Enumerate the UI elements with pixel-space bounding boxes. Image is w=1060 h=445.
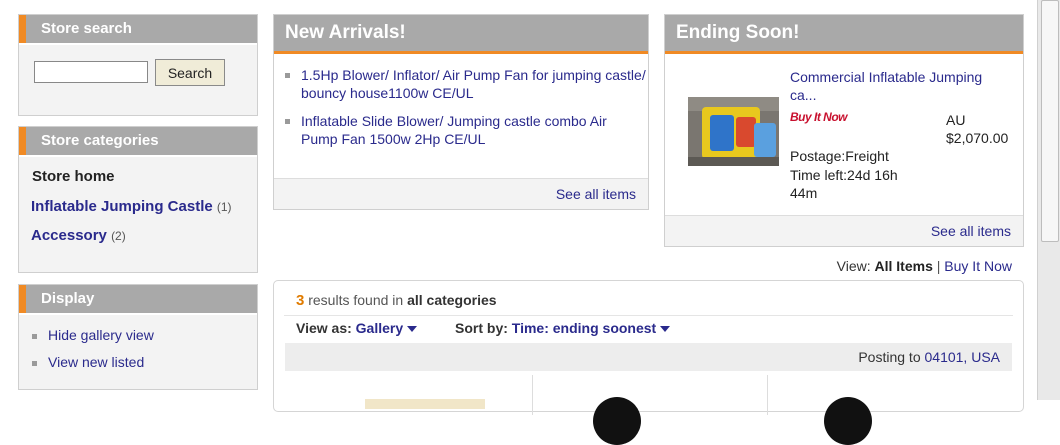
- gallery-thumbnail[interactable]: [365, 399, 485, 409]
- results-scope: all categories: [407, 292, 497, 308]
- view-label: View:: [836, 258, 871, 274]
- sort-by-control: Sort by: Time: ending soonest: [455, 320, 671, 336]
- view-as-dropdown[interactable]: Gallery: [355, 320, 418, 336]
- sort-by-value: Time: ending soonest: [511, 320, 657, 336]
- store-categories-title: Store categories: [19, 127, 257, 157]
- store-search-input[interactable]: [34, 61, 148, 83]
- sort-by-label: Sort by:: [455, 320, 508, 336]
- gallery-cell[interactable]: [768, 375, 1012, 445]
- view-separator: |: [936, 258, 941, 274]
- see-all-items-link[interactable]: See all items: [931, 223, 1011, 239]
- view-as-control: View as: Gallery: [296, 320, 418, 336]
- results-found-text: results found in: [308, 292, 404, 308]
- buy-it-now-logo: Buy It Now: [790, 110, 848, 124]
- item-thumbnail[interactable]: [688, 97, 779, 166]
- new-arrivals-panel: New Arrivals! 1.5Hp Blower/ Inflator/ Ai…: [273, 14, 649, 210]
- scrollbar-thumb[interactable]: [1041, 0, 1059, 242]
- hide-gallery-view-label[interactable]: Hide gallery view: [48, 327, 154, 343]
- display-title: Display: [19, 285, 257, 315]
- store-categories-box: Store categories Store home Inflatable J…: [18, 126, 258, 273]
- view-as-value: Gallery: [355, 320, 404, 336]
- view-new-listed-label[interactable]: View new listed: [48, 354, 144, 370]
- store-search-box: Store search Search: [18, 14, 258, 116]
- new-arrival-item[interactable]: Inflatable Slide Blower/ Jumping castle …: [285, 112, 646, 148]
- ending-soon-see-all: See all items: [665, 215, 1023, 246]
- display-box: Display Hide gallery view View new liste…: [18, 284, 258, 390]
- new-arrival-item-link[interactable]: 1.5Hp Blower/ Inflator/ Air Pump Fan for…: [301, 67, 646, 101]
- ending-soon-title: Ending Soon!: [665, 15, 1023, 54]
- item-price: $2,070.00: [946, 130, 1009, 146]
- posting-bar: Posting to 04101, USA: [285, 343, 1012, 371]
- category-item-label[interactable]: Accessory: [31, 227, 107, 244]
- category-item-inflatable-jumping-castle[interactable]: Inflatable Jumping Castle (1): [31, 198, 232, 215]
- category-item-accessory[interactable]: Accessory (2): [31, 227, 126, 244]
- postage-info: Postage:Freight: [790, 148, 889, 164]
- new-arrivals-see-all: See all items: [274, 178, 648, 209]
- view-new-listed-link[interactable]: View new listed: [32, 354, 144, 370]
- new-arrivals-title: New Arrivals!: [274, 15, 648, 54]
- store-home-link[interactable]: Store home: [32, 168, 115, 185]
- results-summary: 3 results found in all categories: [296, 292, 497, 309]
- vertical-scrollbar[interactable]: [1037, 0, 1060, 400]
- ending-soon-panel: Ending Soon! Commercial Inflatable Jumpi…: [664, 14, 1024, 247]
- results-panel: 3 results found in all categories View a…: [273, 280, 1024, 445]
- category-item-count: (2): [111, 229, 126, 243]
- view-all-items[interactable]: All Items: [875, 258, 933, 274]
- chevron-down-icon: [660, 326, 671, 333]
- gallery-thumbnail[interactable]: [824, 397, 872, 445]
- gallery-cell[interactable]: [533, 375, 768, 445]
- price-currency: AU: [946, 112, 966, 128]
- view-filter-bar: View: All Items | Buy It Now: [837, 258, 1012, 274]
- category-item-label[interactable]: Inflatable Jumping Castle: [31, 198, 213, 215]
- category-item-count: (1): [216, 200, 232, 214]
- view-buy-it-now-link[interactable]: Buy It Now: [944, 258, 1012, 274]
- see-all-items-link[interactable]: See all items: [556, 186, 636, 202]
- results-count: 3: [296, 292, 305, 309]
- ending-soon-item-title[interactable]: Commercial Inflatable Jumping ca...: [790, 68, 1005, 104]
- search-button[interactable]: Search: [155, 59, 225, 86]
- new-arrival-item[interactable]: 1.5Hp Blower/ Inflator/ Air Pump Fan for…: [285, 66, 646, 102]
- time-left: Time left:24d 16h 44m: [790, 167, 898, 201]
- sort-by-dropdown[interactable]: Time: ending soonest: [511, 320, 671, 336]
- gallery-cell[interactable]: [285, 375, 533, 415]
- store-search-title: Store search: [19, 15, 257, 45]
- posting-location-link[interactable]: 04101, USA: [925, 349, 1001, 365]
- view-as-label: View as:: [296, 320, 352, 336]
- gallery-thumbnail[interactable]: [593, 397, 641, 445]
- hide-gallery-view-link[interactable]: Hide gallery view: [32, 327, 154, 343]
- new-arrival-item-link[interactable]: Inflatable Slide Blower/ Jumping castle …: [301, 113, 607, 147]
- chevron-down-icon: [407, 326, 418, 333]
- posting-label: Posting to: [858, 349, 921, 365]
